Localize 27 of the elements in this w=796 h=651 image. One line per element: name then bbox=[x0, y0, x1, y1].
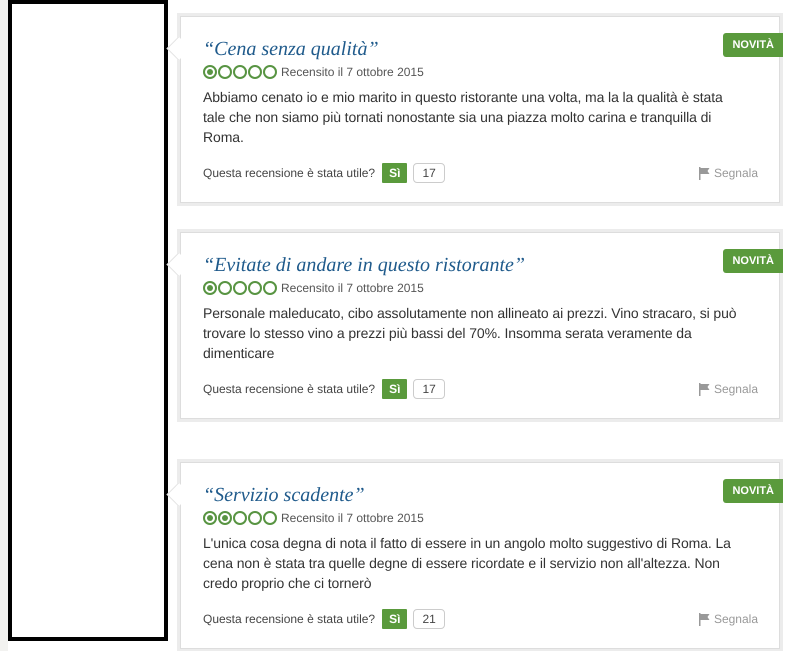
report-link[interactable]: Segnala bbox=[714, 612, 758, 626]
report-link[interactable]: Segnala bbox=[714, 382, 758, 396]
helpful-prompt: Questa recensione è stata utile? bbox=[203, 612, 376, 626]
review-title[interactable]: “Cena senza qualità” bbox=[203, 38, 379, 61]
new-badge: NOVITÀ bbox=[723, 479, 783, 503]
review-date: Recensito il 7 ottobre 2015 bbox=[281, 281, 424, 295]
review-date: Recensito il 7 ottobre 2015 bbox=[281, 65, 424, 79]
helpful-prompt: Questa recensione è stata utile? bbox=[203, 166, 376, 180]
flag-icon[interactable] bbox=[698, 612, 711, 626]
review-date: Recensito il 7 ottobre 2015 bbox=[281, 511, 424, 525]
helpful-count: 21 bbox=[413, 609, 445, 629]
helpful-button[interactable]: Sì bbox=[382, 609, 408, 629]
new-badge: NOVITÀ bbox=[723, 249, 783, 273]
helpful-count: 17 bbox=[413, 379, 445, 399]
new-badge: NOVITÀ bbox=[723, 33, 783, 57]
report-link[interactable]: Segnala bbox=[714, 166, 758, 180]
review-title[interactable]: “Evitate di andare in questo ristorante” bbox=[203, 254, 526, 277]
flag-icon[interactable] bbox=[698, 382, 711, 396]
review-title[interactable]: “Servizio scadente” bbox=[203, 484, 365, 507]
helpful-count: 17 bbox=[413, 163, 445, 183]
helpful-button[interactable]: Sì bbox=[382, 163, 408, 183]
flag-icon[interactable] bbox=[698, 166, 711, 180]
review-text: L'unica cosa degna di nota il fatto di essere in un angolo molto suggestivo di Roma. La cena non è stata tra quelle degne di essere ricordate e il servizio non all'altezza. Non credo proprio che ci tornerò bbox=[203, 534, 732, 593]
review-text: Abbiamo cenato io e mio marito in questo ristorante una volta, ma la la qualità è stata tale che non siamo più tornati nonostante sia una piazza molto carina e tranquilla di Roma. bbox=[203, 88, 724, 147]
review-text: Personale maleducato, cibo assolutamente non allineato ai prezzi. Vino stracaro, si può trovare lo stesso vino a prezzi più bassi del 70%. Insomma serata veramente da dimenticare bbox=[203, 304, 738, 363]
helpful-button[interactable]: Sì bbox=[382, 379, 408, 399]
helpful-prompt: Questa recensione è stata utile? bbox=[203, 382, 376, 396]
